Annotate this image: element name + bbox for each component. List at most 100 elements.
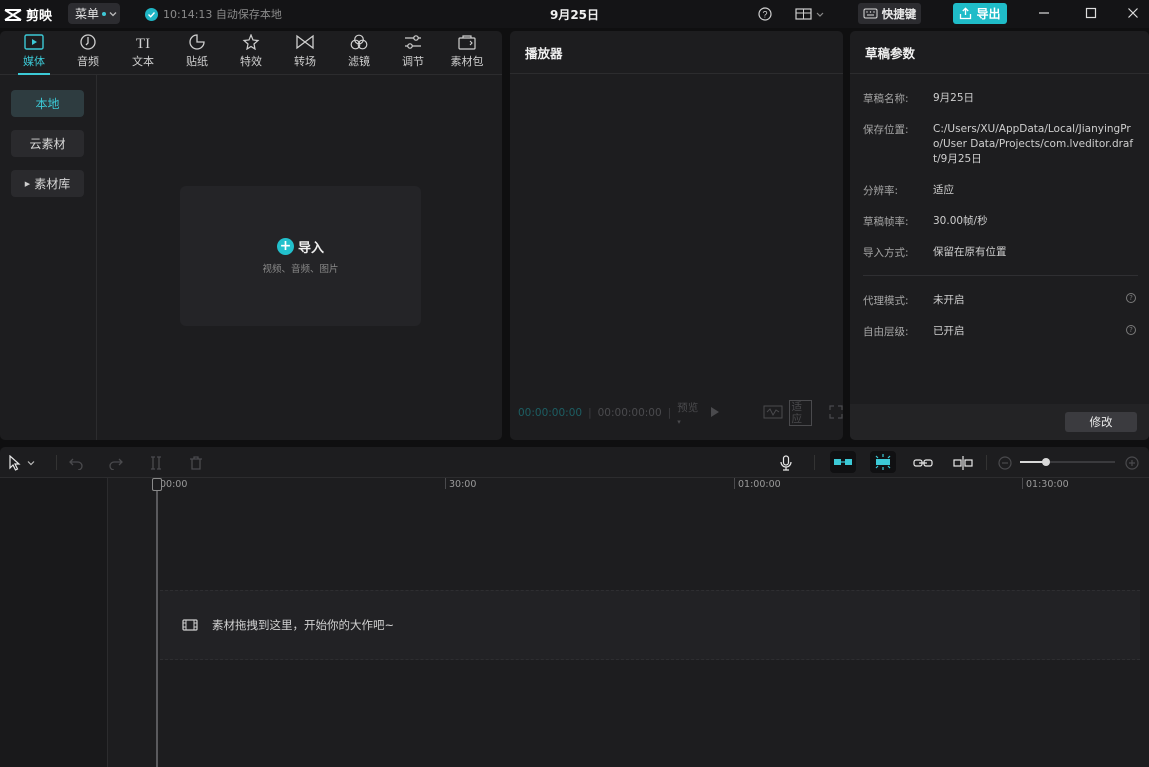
undo-icon[interactable] bbox=[67, 454, 85, 472]
zoom-in-icon[interactable] bbox=[1123, 454, 1141, 472]
drop-hint: 素材拖拽到这里，开始你的大作吧~ bbox=[212, 618, 395, 632]
film-icon bbox=[182, 619, 198, 631]
export-button[interactable]: 导出 bbox=[953, 3, 1007, 24]
export-label: 导出 bbox=[976, 7, 1001, 21]
snap-icon bbox=[875, 454, 891, 470]
proxy-help-icon[interactable]: ? bbox=[1126, 293, 1136, 303]
tab-label: 文本 bbox=[132, 55, 154, 68]
layout-icon[interactable] bbox=[793, 5, 827, 23]
import-label: 导入 bbox=[297, 241, 324, 256]
tab-label: 音频 bbox=[77, 55, 99, 68]
sidebar-item-cloud[interactable]: 云素材 bbox=[11, 130, 84, 157]
media-icon bbox=[24, 34, 44, 50]
resolution-label: 分辨率: bbox=[863, 185, 899, 197]
tab-label: 贴纸 bbox=[186, 55, 208, 68]
import-mode-value: 保留在原有位置 bbox=[933, 246, 1007, 258]
tab-audio[interactable]: 音频 bbox=[62, 34, 114, 74]
play-icon[interactable] bbox=[710, 406, 720, 421]
filter-icon bbox=[350, 34, 368, 50]
main-track-magnet-button[interactable] bbox=[830, 451, 856, 473]
time-ruler[interactable]: 00:00 30:00 01:00:00 01:30:00 bbox=[108, 478, 1149, 492]
zoom-slider-handle[interactable] bbox=[1042, 458, 1050, 466]
maximize-button[interactable] bbox=[1079, 2, 1103, 24]
link-icon[interactable] bbox=[913, 454, 933, 472]
tab-adjust[interactable]: 调节 bbox=[387, 34, 439, 74]
delete-icon[interactable] bbox=[187, 454, 205, 472]
tab-package[interactable]: 素材包 bbox=[441, 34, 493, 74]
total-time: 00:00:00:00 bbox=[597, 407, 662, 419]
media-sidebar: 本地 云素材 ▶ 素材库 bbox=[0, 75, 97, 440]
tab-sticker[interactable]: 贴纸 bbox=[171, 34, 223, 74]
cursor-icon bbox=[9, 455, 21, 471]
proxy-mode-value: 未开启 bbox=[933, 294, 965, 306]
ruler-label: 00:00 bbox=[160, 479, 188, 490]
chevron-down-icon: ▾ bbox=[677, 417, 681, 426]
free-layer-help-icon[interactable]: ? bbox=[1126, 325, 1136, 335]
player-title: 播放器 bbox=[510, 31, 843, 74]
import-area[interactable]: + 导入 视频、音频、图片 bbox=[180, 186, 421, 326]
chevron-down-icon bbox=[109, 11, 117, 16]
track-header-column bbox=[0, 478, 108, 767]
tab-transition[interactable]: 转场 bbox=[279, 34, 331, 74]
framerate-value: 30.00帧/秒 bbox=[933, 215, 988, 227]
save-location-value: C:/Users/XU/AppData/Local/JianyingPro/Us… bbox=[933, 123, 1134, 165]
edit-button[interactable]: 修改 bbox=[1065, 412, 1137, 432]
tab-media[interactable]: 媒体 bbox=[8, 34, 60, 75]
microphone-icon[interactable] bbox=[777, 454, 795, 472]
fullscreen-icon[interactable] bbox=[829, 404, 843, 422]
sidebar-item-local[interactable]: 本地 bbox=[11, 90, 84, 117]
playhead-handle[interactable] bbox=[152, 478, 162, 491]
zoom-slider[interactable] bbox=[1020, 458, 1115, 466]
split-icon[interactable] bbox=[147, 454, 165, 472]
proxy-mode-label: 代理模式: bbox=[863, 295, 909, 307]
toolbar-divider bbox=[814, 455, 815, 470]
tab-text[interactable]: TI 文本 bbox=[117, 34, 169, 74]
app-name: 剪映 bbox=[26, 9, 53, 24]
playhead-line[interactable] bbox=[156, 478, 158, 767]
app-logo: 剪映 bbox=[4, 5, 52, 24]
player-controls: 00:00:00:00 | 00:00:00:00 | 预览 ▾ 适应 bbox=[518, 400, 843, 426]
current-time: 00:00:00:00 bbox=[518, 407, 583, 419]
ratio-value: 适应 bbox=[791, 401, 803, 425]
ruler-label: 30:00 bbox=[449, 479, 477, 490]
save-location-label: 保存位置: bbox=[863, 124, 909, 136]
preview-axis-icon[interactable] bbox=[953, 454, 973, 472]
ruler-tick bbox=[1022, 478, 1023, 489]
minimize-button[interactable] bbox=[1032, 2, 1056, 24]
menu-button[interactable]: 菜单 bbox=[68, 3, 120, 24]
timeline: 00:00 30:00 01:00:00 01:30:00 素材拖拽到这里，开始… bbox=[0, 478, 1149, 767]
import-hint: 视频、音频、图片 bbox=[262, 264, 339, 275]
close-icon bbox=[1128, 8, 1138, 18]
select-tool-button[interactable] bbox=[8, 454, 48, 472]
tab-label: 调节 bbox=[402, 55, 424, 68]
keyboard-icon bbox=[863, 8, 878, 19]
shortcut-button[interactable]: 快捷键 bbox=[858, 3, 921, 24]
zoom-out-icon[interactable] bbox=[996, 454, 1014, 472]
plus-icon: + bbox=[276, 238, 294, 255]
free-layer-label: 自由层级: bbox=[863, 326, 909, 338]
sidebar-item-library[interactable]: ▶ 素材库 bbox=[11, 170, 84, 197]
tab-label: 滤镜 bbox=[348, 55, 370, 68]
redo-icon[interactable] bbox=[107, 454, 125, 472]
main-track-drop-zone[interactable]: 素材拖拽到这里，开始你的大作吧~ bbox=[160, 590, 1140, 660]
time-separator: | bbox=[667, 407, 672, 419]
draft-title: 草稿参数 bbox=[850, 31, 1149, 74]
sidebar-item-label: 素材库 bbox=[34, 177, 71, 191]
help-icon[interactable]: ? bbox=[756, 5, 774, 23]
caret-right-icon: ▶ bbox=[24, 179, 31, 188]
tab-filter[interactable]: 滤镜 bbox=[333, 34, 385, 74]
shortcut-label: 快捷键 bbox=[881, 6, 917, 21]
import-button[interactable]: + 导入 bbox=[276, 237, 324, 256]
ruler-label: 01:00:00 bbox=[738, 479, 781, 490]
waveform-icon[interactable] bbox=[763, 405, 783, 422]
close-button[interactable] bbox=[1121, 2, 1145, 24]
ratio-button[interactable]: 适应 bbox=[788, 400, 812, 426]
menu-label: 菜单 bbox=[75, 7, 100, 21]
audio-icon bbox=[80, 34, 96, 50]
tab-effects[interactable]: 特效 bbox=[225, 34, 277, 74]
notification-dot bbox=[102, 11, 107, 16]
auto-snap-button[interactable] bbox=[870, 451, 896, 473]
timeline-toolbar bbox=[0, 447, 1149, 478]
quality-select[interactable]: 预览 ▾ bbox=[677, 400, 699, 427]
media-tabs: 媒体 音频 TI 文本 贴纸 特效 转场 滤镜 调节 素材包 bbox=[0, 31, 502, 75]
